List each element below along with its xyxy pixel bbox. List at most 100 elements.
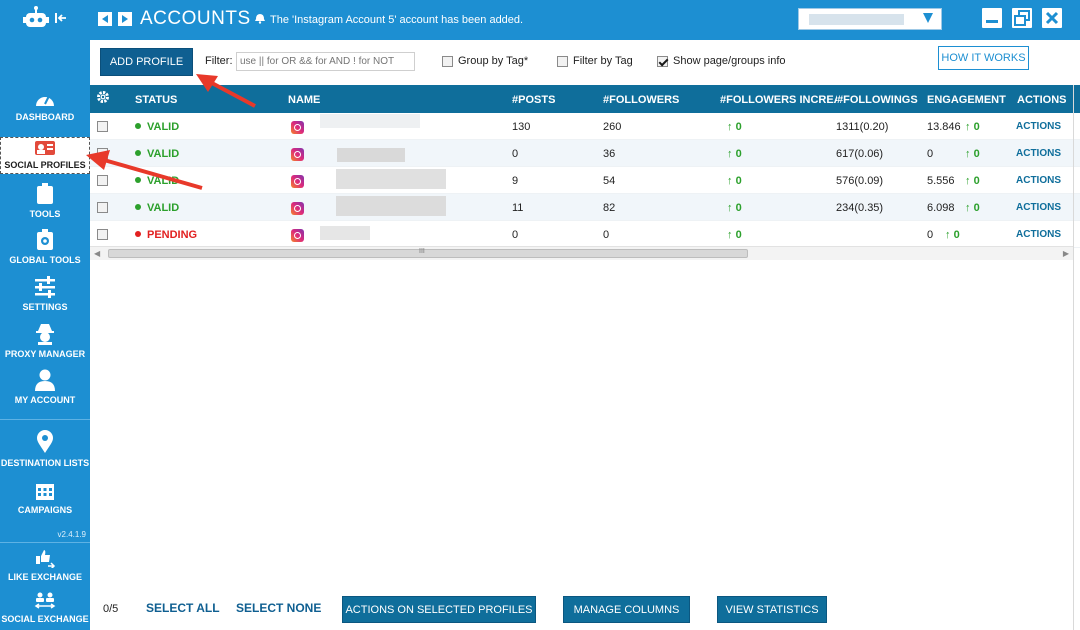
followers-cell: 0 [603,229,610,241]
view-statistics-button[interactable]: VIEW STATISTICS [717,596,827,623]
sidebar-item-label: SOCIAL EXCHANGE [1,614,89,624]
manage-columns-button[interactable]: MANAGE COLUMNS [563,596,690,623]
sidebar-item-tools[interactable]: TOOLS [0,183,90,219]
sidebar-item-like-exchange[interactable]: LIKE EXCHANGE [0,548,90,582]
sidebar-item-my-account[interactable]: MY ACCOUNT [0,369,90,405]
up-arrow-icon: ↑ [727,202,736,214]
row-checkbox[interactable] [97,202,108,213]
followings-cell: 576(0.09) [836,175,884,187]
column-header-posts[interactable]: #POSTS [512,94,555,106]
status-dot-icon [135,231,141,237]
column-header-followers[interactable]: #FOLLOWERS [603,94,679,106]
followings-cell: 234(0.35) [836,202,884,214]
status-cell: PENDING [135,229,197,241]
scroll-right-icon[interactable]: ▶ [1063,249,1069,258]
table-row[interactable]: VALID 9 54 ↑ 0 576(0.09) 5.556 ↑ 0 ACTIO… [90,167,1080,194]
sidebar-item-social-exchange[interactable]: SOCIAL EXCHANGE [0,592,90,624]
row-checkbox[interactable] [97,148,108,159]
followers-cell: 36 [603,148,616,160]
table-row[interactable]: VALID 11 82 ↑ 0 234(0.35) 6.098 ↑ 0 ACTI… [90,194,1080,221]
social-profiles-icon [34,140,56,158]
account-dropdown[interactable] [798,8,942,30]
dashboard-gauge-icon [34,90,56,110]
increase-value: 0 [735,229,742,241]
followers-increase-cell: ↑ 0 [727,202,742,214]
sidebar-item-social-profiles[interactable]: SOCIAL PROFILES [0,137,90,174]
notification-message: The 'Instagram Account 5' account has be… [255,13,523,27]
table-row[interactable]: VALID 130 260 ↑ 0 1311(0.20) 13.846 ↑ 0 … [90,113,1080,140]
profile-name-blurred[interactable] [320,114,420,128]
app-version: v2.4.1.9 [57,530,86,539]
status-text: PENDING [147,229,198,241]
how-it-works-button[interactable]: HOW IT WORKS [938,46,1029,70]
sidebar-item-dashboard[interactable]: DASHBOARD [0,90,90,122]
show-info-checkbox[interactable] [657,55,668,67]
column-header-actions[interactable]: ACTIONS [1017,94,1067,106]
select-all-link[interactable]: SELECT ALL [146,601,220,615]
followers-increase-cell: ↑ 0 [727,148,742,160]
up-arrow-icon: ↑ [727,121,736,133]
profile-name-blurred[interactable] [336,169,446,189]
column-header-followers-increase[interactable]: #FOLLOWERS INCREA [720,94,837,106]
row-actions-link[interactable]: ACTIONS [1016,148,1061,159]
actions-on-selected-button[interactable]: ACTIONS ON SELECTED PROFILES [342,596,536,623]
column-header-name[interactable]: NAME [288,94,320,106]
row-checkbox[interactable] [97,121,108,132]
group-by-tag-label: Group by Tag* [458,55,529,67]
select-none-link[interactable]: SELECT NONE [236,601,321,615]
column-header-status[interactable]: STATUS [135,94,177,106]
profile-name-blurred[interactable] [320,226,370,240]
sidebar-item-global-tools[interactable]: GLOBAL TOOLS [0,229,90,265]
increase-value: 0 [735,202,742,214]
row-actions-link[interactable]: ACTIONS [1016,229,1061,240]
row-actions-link[interactable]: ACTIONS [1016,175,1061,186]
sidebar-item-destination-lists[interactable]: DESTINATION LISTS [0,430,90,468]
show-info-option[interactable]: Show page/groups info [657,55,786,67]
sidebar-item-campaigns[interactable]: CAMPAIGNS [0,481,90,515]
minimize-button[interactable] [982,8,1002,28]
table-settings-gear-icon[interactable] [96,90,110,107]
collapse-sidebar-icon[interactable] [55,11,67,29]
nav-forward-button[interactable] [118,12,132,26]
status-text: VALID [147,202,180,214]
row-checkbox[interactable] [97,229,108,240]
scroll-left-icon[interactable]: ◀ [94,249,100,258]
filter-input[interactable] [236,52,415,71]
engagement-value: 6.098 [927,202,955,214]
row-actions-link[interactable]: ACTIONS [1016,202,1061,213]
group-by-tag-checkbox[interactable] [442,55,453,67]
profile-name-blurred[interactable] [336,196,446,216]
sidebar-top [0,0,90,40]
sidebar: DASHBOARD SOCIAL PROFILES TOOLS GLOBAL T… [0,0,90,630]
profile-name-blurred[interactable] [337,148,405,162]
column-header-engagement[interactable]: ENGAGEMENT [927,94,1006,106]
row-checkbox[interactable] [97,175,108,186]
instagram-icon [291,121,304,134]
followings-cell: 1311(0.20) [836,121,889,133]
selected-count: 0/5 [103,603,119,615]
sidebar-item-proxy-manager[interactable]: PROXY MANAGER [0,323,90,359]
maximize-button[interactable] [1012,8,1032,28]
show-info-label: Show page/groups info [673,55,786,67]
table-row[interactable]: PENDING 0 0 ↑ 0 0 ↑ 0 ACTIONS [90,221,1080,248]
status-cell: VALID [135,175,179,187]
horizontal-scrollbar[interactable]: ◀ III ▶ [90,246,1073,260]
table-row[interactable]: VALID 0 36 ↑ 0 617(0.06) 0 ↑ 0 ACTIONS [90,140,1080,167]
sidebar-item-label: MY ACCOUNT [14,395,76,405]
close-button[interactable] [1042,8,1062,28]
nav-back-button[interactable] [98,12,112,26]
column-header-followings[interactable]: #FOLLOWINGS [837,94,918,106]
add-profile-button[interactable]: ADD PROFILE [100,48,193,76]
global-tools-icon [36,229,54,253]
scrollbar-thumb[interactable]: III [108,248,748,258]
engagement-increase: ↑ 0 [965,121,980,133]
group-by-tag-option[interactable]: Group by Tag* [442,55,528,67]
filter-by-tag-option[interactable]: Filter by Tag [557,55,633,67]
sidebar-item-label: SOCIAL PROFILES [4,160,86,170]
filter-by-tag-checkbox[interactable] [557,55,568,67]
sidebar-item-settings[interactable]: SETTINGS [0,276,90,312]
sidebar-item-label: CAMPAIGNS [17,505,73,515]
instagram-icon [291,229,304,242]
posts-cell: 0 [512,148,519,160]
row-actions-link[interactable]: ACTIONS [1016,121,1061,132]
